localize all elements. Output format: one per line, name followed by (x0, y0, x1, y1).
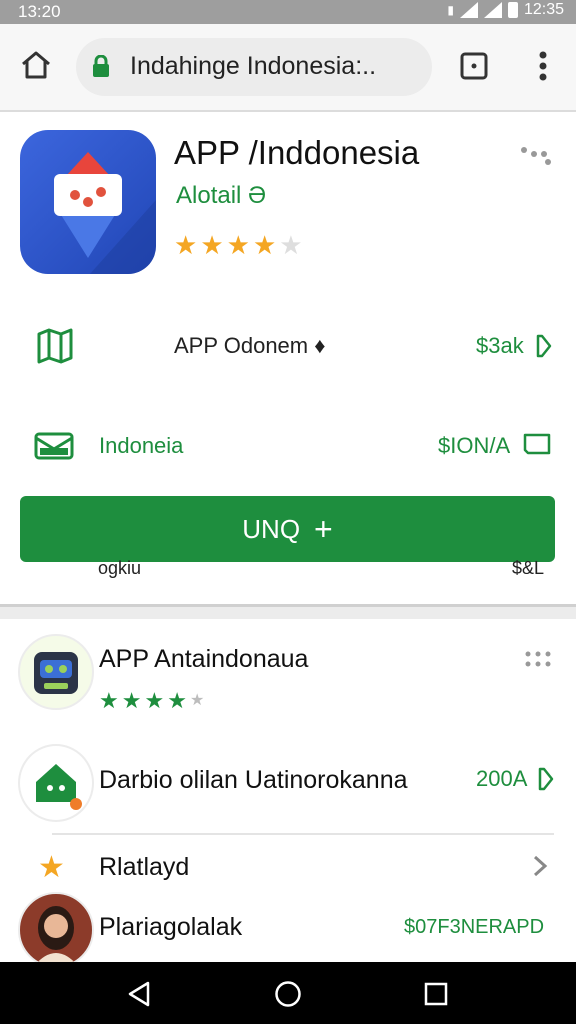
developer-link[interactable]: Alotail Ə (176, 182, 266, 210)
install-subtext-right: $&L (512, 558, 545, 578)
mail-icon (34, 432, 74, 460)
info-row-value: $3ak (476, 333, 524, 358)
status-icons: ▮ 12:35 (447, 1, 564, 19)
notification-icon: ▮ (447, 3, 454, 17)
info-row-value: $ION/A (438, 433, 511, 458)
home-circle-icon[interactable] (274, 980, 302, 1008)
star-empty-icon: ★ (189, 692, 205, 709)
star-icon: ★ (226, 230, 250, 260)
system-nav-bar (0, 962, 576, 1024)
url-text[interactable]: Indahinge Indonesia:.. (130, 52, 376, 81)
star-icon: ★ (252, 230, 277, 260)
list-divider (52, 833, 554, 835)
map-icon (37, 328, 73, 364)
list-item-title[interactable]: APP Antaindonaua (99, 645, 308, 674)
app-logo-icon (54, 152, 156, 274)
user-avatar (18, 892, 94, 968)
list-item-rating: ★ ★ ★ ★ ★ (99, 688, 204, 714)
arrow-icon[interactable] (536, 334, 552, 358)
star-icon: ★ (144, 688, 165, 713)
overflow-menu-icon[interactable] (538, 50, 548, 82)
app-title: APP /Inddonesia (174, 134, 420, 171)
star-icon: ★ (174, 230, 198, 260)
list-item-avatar (18, 634, 94, 710)
star-icon: ★ (200, 230, 224, 260)
app-rating-stars: ★ ★ ★ ★ ★ (174, 232, 303, 258)
status-time: 13:20 (18, 2, 61, 21)
back-icon[interactable] (126, 980, 152, 1008)
star-icon: ★ (99, 688, 119, 713)
install-subtext-left: ogkiu (98, 558, 142, 578)
robot-app-icon (34, 652, 78, 694)
list-item-title[interactable]: Plariagolalak (99, 913, 242, 942)
chevron-right-icon[interactable] (532, 854, 548, 878)
more-options-icon[interactable] (524, 650, 552, 668)
message-icon[interactable] (522, 432, 552, 456)
battery-icon (507, 2, 518, 18)
tabs-icon[interactable] (460, 52, 488, 80)
plus-icon: + (314, 511, 333, 547)
arrow-icon[interactable] (538, 767, 554, 791)
status-right-time: 12:35 (523, 1, 564, 18)
star-empty-icon: ★ (279, 230, 303, 260)
list-item-value: 200A (476, 766, 528, 791)
person-avatar-icon (34, 906, 78, 966)
list-item-value: $07F3NERAPD (404, 916, 545, 938)
browser-toolbar: Indahinge Indonesia:.. (0, 24, 576, 112)
section-divider (0, 604, 576, 619)
signal-icon (483, 2, 502, 18)
info-row-label: APP Odonem ♦ (174, 333, 326, 358)
wifi-icon (459, 2, 478, 18)
list-item-title[interactable]: Rlatlayd (99, 853, 189, 882)
info-row-label: Indoneia (99, 433, 184, 458)
status-bar: 13:20 ▮ 12:35 (0, 0, 576, 24)
star-icon: ★ (121, 688, 142, 713)
recents-icon[interactable] (424, 982, 448, 1006)
install-button-label: UNQ (242, 513, 301, 544)
install-button[interactable]: UNQ + (20, 496, 555, 562)
lock-icon (93, 55, 109, 77)
more-options-icon[interactable] (520, 146, 552, 166)
app-icon (20, 130, 156, 274)
home-app-icon (36, 764, 82, 810)
star-icon: ★ (167, 688, 187, 713)
home-icon[interactable] (20, 50, 52, 80)
list-item-avatar (18, 744, 94, 822)
star-icon: ★ (38, 851, 65, 884)
list-item-title[interactable]: Darbio olilan Uatinorokanna (99, 766, 408, 795)
